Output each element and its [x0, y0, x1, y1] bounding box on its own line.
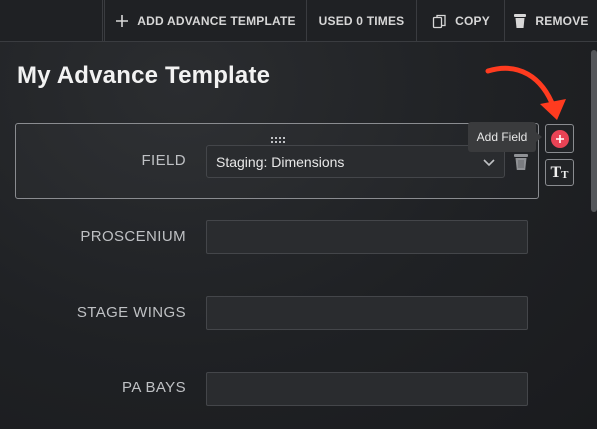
add-advance-template-button[interactable]: ADD ADVANCE TEMPLATE	[104, 0, 306, 42]
text-icon-large: T	[550, 163, 562, 181]
annotation-arrow-icon	[485, 65, 566, 120]
row-label-stage-wings: STAGE WINGS	[76, 304, 186, 321]
chevron-down-icon	[482, 155, 496, 169]
row-label-pa-bays: PA BAYS	[122, 379, 186, 396]
plus-circle-icon	[550, 129, 569, 148]
trash-icon	[513, 13, 527, 29]
row-label-proscenium: PROSCENIUM	[80, 228, 186, 245]
add-field-button[interactable]	[545, 124, 574, 153]
copy-button[interactable]: COPY	[416, 0, 504, 42]
field-type-select[interactable]: Staging: Dimensions	[206, 145, 505, 178]
used-count-label: USED 0 TIMES	[318, 14, 405, 28]
proscenium-input[interactable]	[206, 220, 528, 254]
field-label: FIELD	[141, 152, 186, 169]
add-advance-template-label: ADD ADVANCE TEMPLATE	[137, 14, 296, 28]
scrollbar[interactable]	[591, 50, 597, 212]
page-title: My Advance Template	[17, 62, 271, 89]
toolbar-spacer	[0, 0, 103, 42]
top-toolbar: ADD ADVANCE TEMPLATE USED 0 TIMES COPY R…	[0, 0, 597, 42]
stage-wings-input[interactable]	[206, 296, 528, 330]
copy-label: COPY	[455, 14, 490, 28]
field-type-value: Staging: Dimensions	[216, 153, 345, 170]
pa-bays-input[interactable]	[206, 372, 528, 406]
remove-label: REMOVE	[535, 14, 589, 28]
copy-icon	[431, 13, 447, 29]
remove-button[interactable]: REMOVE	[504, 0, 597, 42]
plus-icon	[115, 13, 129, 29]
used-count-indicator: USED 0 TIMES	[306, 0, 416, 42]
text-icon-small: T	[561, 168, 569, 181]
delete-field-icon[interactable]	[513, 153, 529, 171]
add-text-button[interactable]: TT	[545, 159, 574, 186]
drag-handle-icon[interactable]	[271, 130, 287, 143]
